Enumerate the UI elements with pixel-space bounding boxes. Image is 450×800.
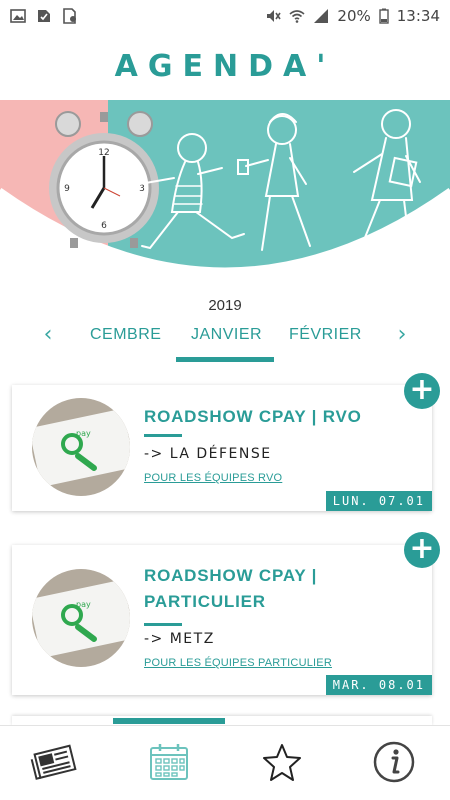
pay-logo-text: pay	[76, 429, 91, 438]
newspaper-icon	[30, 744, 77, 780]
event-audience-link[interactable]: POUR LES ÉQUIPES RVO	[144, 472, 282, 484]
nav-news[interactable]	[24, 734, 84, 790]
month-next[interactable]: FÉVRIER	[289, 326, 362, 344]
svg-text:12: 12	[98, 148, 109, 158]
document-icon	[63, 8, 76, 24]
add-event-button[interactable]: +	[404, 373, 440, 409]
hero-illustration: 12 3 6 9	[0, 100, 450, 280]
app-logo: AGENDA'	[114, 48, 336, 84]
hero-banner: 12 3 6 9	[0, 100, 450, 282]
event-audience-link[interactable]: POUR LES ÉQUIPES PARTICULIER	[144, 657, 332, 669]
gallery-icon	[10, 9, 26, 23]
calendar-icon	[150, 744, 188, 780]
star-icon	[263, 744, 301, 781]
nav-info[interactable]	[364, 734, 424, 790]
status-bar: 20% 13:34	[0, 0, 450, 32]
chevron-right-icon[interactable]: ›	[387, 320, 417, 350]
event-card[interactable]: pay ROADSHOW CPAY | PARTICULIER -> METZ …	[12, 545, 432, 695]
bottom-navigation	[0, 718, 450, 800]
status-left	[10, 8, 78, 24]
month-current[interactable]: JANVIER	[191, 326, 262, 344]
title-divider	[144, 623, 182, 626]
event-date-badge: LUN. 07.01	[325, 491, 432, 511]
event-location: -> LA DÉFENSE	[144, 446, 272, 462]
svg-text:6: 6	[101, 221, 107, 231]
add-event-button[interactable]: +	[404, 532, 440, 568]
month-selector: ‹ CEMBRE JANVIER FÉVRIER ›	[0, 318, 450, 364]
signal-icon	[314, 9, 329, 23]
svg-text:9: 9	[64, 184, 70, 194]
event-location: -> METZ	[144, 631, 215, 647]
current-month-indicator	[176, 357, 274, 362]
mute-icon	[267, 10, 282, 22]
check-file-icon	[38, 10, 50, 22]
event-card[interactable]: pay ROADSHOW CPAY | RVO -> LA DÉFENSE PO…	[12, 385, 432, 511]
svg-text:3: 3	[139, 184, 145, 194]
event-thumbnail: pay	[32, 569, 130, 667]
plus-icon: +	[409, 531, 435, 566]
title-divider	[144, 434, 182, 437]
clock: 13:34	[396, 7, 440, 25]
info-icon	[373, 741, 415, 783]
battery-percent: 20%	[337, 7, 371, 25]
app-header: AGENDA'	[0, 32, 450, 100]
month-previous[interactable]: CEMBRE	[90, 326, 162, 344]
status-right: 20% 13:34	[265, 7, 440, 25]
chevron-left-icon[interactable]: ‹	[33, 320, 63, 350]
event-title: ROADSHOW CPAY | PARTICULIER	[144, 566, 318, 611]
battery-icon	[379, 8, 389, 24]
plus-icon: +	[409, 372, 435, 407]
nav-active-indicator	[113, 718, 225, 724]
event-title: ROADSHOW CPAY | RVO	[144, 407, 362, 426]
nav-favorites[interactable]	[252, 734, 312, 790]
year-label: 2019	[208, 297, 242, 314]
nav-agenda[interactable]	[139, 734, 199, 790]
wifi-icon	[289, 10, 305, 23]
event-thumbnail: pay	[32, 398, 130, 496]
pay-logo-text: pay	[76, 600, 91, 609]
event-date-badge: MAR. 08.01	[325, 675, 432, 695]
